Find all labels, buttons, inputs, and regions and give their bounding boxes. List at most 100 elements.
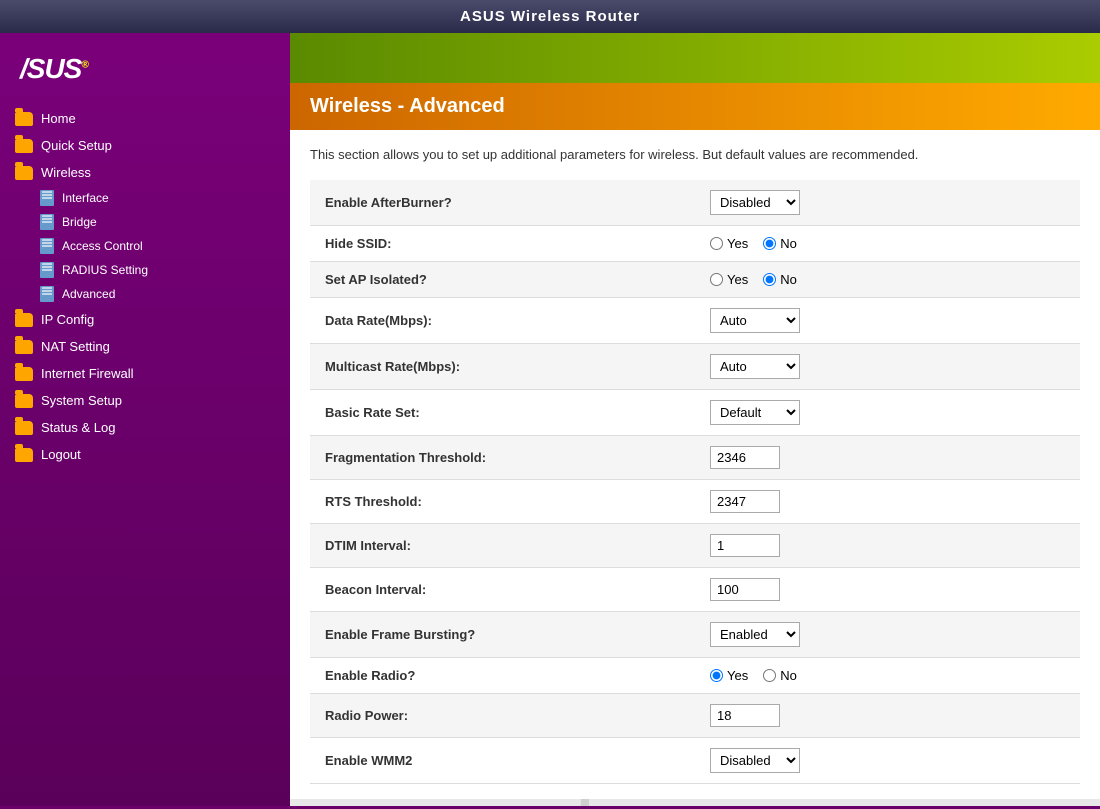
- sidebar-label-ip-config: IP Config: [41, 312, 94, 327]
- folder-icon: [15, 421, 33, 435]
- settings-table: Enable AfterBurner? Disabled Enabled Hid…: [310, 180, 1080, 784]
- cell-basic-rate-set: Default All 1-2Mbps: [695, 389, 1080, 435]
- sidebar-label-internet-firewall: Internet Firewall: [41, 366, 133, 381]
- sidebar: /SUS® Home Quick Setup Wireless Interfac…: [0, 33, 290, 806]
- page-title-bar: Wireless - Advanced: [290, 83, 1100, 130]
- page-icon: [40, 214, 54, 230]
- radio-group-ap-isolated: Yes No: [710, 272, 1065, 287]
- label-dtim-interval: DTIM Interval:: [310, 523, 695, 567]
- sidebar-item-quick-setup[interactable]: Quick Setup: [0, 132, 290, 159]
- radio-label-hide-ssid-no[interactable]: No: [763, 236, 797, 251]
- row-beacon-interval: Beacon Interval:: [310, 567, 1080, 611]
- sidebar-item-advanced[interactable]: Advanced: [0, 282, 290, 306]
- input-beacon-interval[interactable]: [710, 578, 780, 601]
- select-enable-afterburner[interactable]: Disabled Enabled: [710, 190, 800, 215]
- folder-icon: [15, 313, 33, 327]
- page-title: Wireless - Advanced: [310, 95, 1080, 118]
- cell-frag-threshold: [695, 435, 1080, 479]
- sidebar-item-interface[interactable]: Interface: [0, 186, 290, 210]
- sidebar-label-status-log: Status & Log: [41, 420, 115, 435]
- sidebar-item-radius-setting[interactable]: RADIUS Setting: [0, 258, 290, 282]
- select-frame-bursting[interactable]: Enabled Disabled: [710, 622, 800, 647]
- radio-ap-isolated-no[interactable]: [763, 273, 776, 286]
- sidebar-item-ip-config[interactable]: IP Config: [0, 306, 290, 333]
- asus-logo: /SUS®: [0, 43, 290, 105]
- cell-enable-radio: Yes No: [695, 657, 1080, 693]
- row-frame-bursting: Enable Frame Bursting? Enabled Disabled: [310, 611, 1080, 657]
- cell-dtim-interval: [695, 523, 1080, 567]
- row-basic-rate-set: Basic Rate Set: Default All 1-2Mbps: [310, 389, 1080, 435]
- sidebar-label-system-setup: System Setup: [41, 393, 122, 408]
- folder-icon: [15, 340, 33, 354]
- radio-label-enable-radio-yes[interactable]: Yes: [710, 668, 748, 683]
- sidebar-item-wireless[interactable]: Wireless: [0, 159, 290, 186]
- select-multicast-rate[interactable]: Auto 1 2 5.5 11: [710, 354, 800, 379]
- row-data-rate: Data Rate(Mbps): Auto 1 2 5.5 11: [310, 297, 1080, 343]
- radio-label-hide-ssid-yes[interactable]: Yes: [710, 236, 748, 251]
- label-enable-wmm2: Enable WMM2: [310, 737, 695, 783]
- label-data-rate: Data Rate(Mbps):: [310, 297, 695, 343]
- label-beacon-interval: Beacon Interval:: [310, 567, 695, 611]
- radio-text-no: No: [780, 272, 797, 287]
- cell-enable-afterburner: Disabled Enabled: [695, 180, 1080, 226]
- folder-icon: [15, 394, 33, 408]
- radio-group-hide-ssid: Yes No: [710, 236, 1065, 251]
- folder-icon: [15, 166, 33, 180]
- row-radio-power: Radio Power:: [310, 693, 1080, 737]
- label-enable-radio: Enable Radio?: [310, 657, 695, 693]
- page-description: This section allows you to set up additi…: [310, 145, 1080, 165]
- radio-text-no: No: [780, 236, 797, 251]
- input-rts-threshold[interactable]: [710, 490, 780, 513]
- radio-text-no: No: [780, 668, 797, 683]
- radio-label-enable-radio-no[interactable]: No: [763, 668, 797, 683]
- label-multicast-rate: Multicast Rate(Mbps):: [310, 343, 695, 389]
- sidebar-item-access-control[interactable]: Access Control: [0, 234, 290, 258]
- radio-label-ap-isolated-yes[interactable]: Yes: [710, 272, 748, 287]
- row-hide-ssid: Hide SSID: Yes No: [310, 225, 1080, 261]
- select-enable-wmm2[interactable]: Disabled Enabled: [710, 748, 800, 773]
- cell-multicast-rate: Auto 1 2 5.5 11: [695, 343, 1080, 389]
- label-set-ap-isolated: Set AP Isolated?: [310, 261, 695, 297]
- sidebar-item-home[interactable]: Home: [0, 105, 290, 132]
- cell-data-rate: Auto 1 2 5.5 11: [695, 297, 1080, 343]
- radio-label-ap-isolated-no[interactable]: No: [763, 272, 797, 287]
- cell-set-ap-isolated: Yes No: [695, 261, 1080, 297]
- content-body: This section allows you to set up additi…: [290, 130, 1100, 799]
- sidebar-item-system-setup[interactable]: System Setup: [0, 387, 290, 414]
- sidebar-label-logout: Logout: [41, 447, 81, 462]
- cell-beacon-interval: [695, 567, 1080, 611]
- label-frame-bursting: Enable Frame Bursting?: [310, 611, 695, 657]
- sidebar-item-bridge[interactable]: Bridge: [0, 210, 290, 234]
- input-radio-power[interactable]: [710, 704, 780, 727]
- sidebar-label-nat-setting: NAT Setting: [41, 339, 110, 354]
- radio-group-enable-radio: Yes No: [710, 668, 1065, 683]
- label-enable-afterburner: Enable AfterBurner?: [310, 180, 695, 226]
- row-enable-radio: Enable Radio? Yes No: [310, 657, 1080, 693]
- sidebar-item-logout[interactable]: Logout: [0, 441, 290, 468]
- sidebar-label-quick-setup: Quick Setup: [41, 138, 112, 153]
- row-dtim-interval: DTIM Interval:: [310, 523, 1080, 567]
- content-area: Wireless - Advanced This section allows …: [290, 33, 1100, 806]
- sidebar-label-radius-setting: RADIUS Setting: [62, 263, 148, 277]
- sidebar-item-status-log[interactable]: Status & Log: [0, 414, 290, 441]
- input-frag-threshold[interactable]: [710, 446, 780, 469]
- cell-radio-power: [695, 693, 1080, 737]
- row-multicast-rate: Multicast Rate(Mbps): Auto 1 2 5.5 11: [310, 343, 1080, 389]
- label-radio-power: Radio Power:: [310, 693, 695, 737]
- radio-enable-radio-yes[interactable]: [710, 669, 723, 682]
- page-header: ASUS Wireless Router: [0, 0, 1100, 33]
- input-dtim-interval[interactable]: [710, 534, 780, 557]
- sidebar-item-internet-firewall[interactable]: Internet Firewall: [0, 360, 290, 387]
- sidebar-item-nat-setting[interactable]: NAT Setting: [0, 333, 290, 360]
- sidebar-label-advanced: Advanced: [62, 287, 115, 301]
- radio-ap-isolated-yes[interactable]: [710, 273, 723, 286]
- page-icon: [40, 286, 54, 302]
- select-basic-rate-set[interactable]: Default All 1-2Mbps: [710, 400, 800, 425]
- radio-enable-radio-no[interactable]: [763, 669, 776, 682]
- row-frag-threshold: Fragmentation Threshold:: [310, 435, 1080, 479]
- radio-hide-ssid-no[interactable]: [763, 237, 776, 250]
- select-data-rate[interactable]: Auto 1 2 5.5 11: [710, 308, 800, 333]
- sidebar-label-interface: Interface: [62, 191, 109, 205]
- row-enable-afterburner: Enable AfterBurner? Disabled Enabled: [310, 180, 1080, 226]
- radio-hide-ssid-yes[interactable]: [710, 237, 723, 250]
